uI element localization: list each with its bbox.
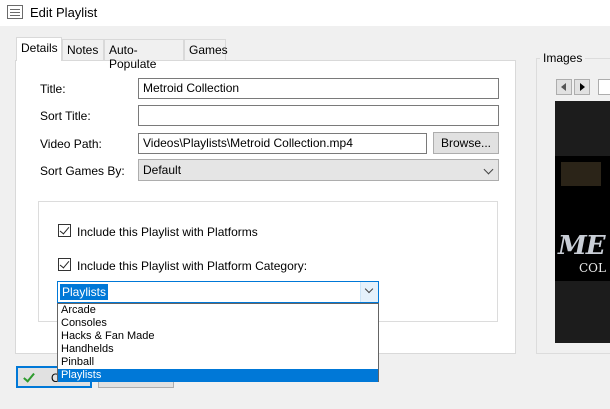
images-label: Images <box>540 51 586 65</box>
arrow-left-icon <box>561 83 566 91</box>
list-item[interactable]: Handhelds <box>58 343 378 356</box>
list-item[interactable]: Consoles <box>58 317 378 330</box>
video-path-label: Video Path: <box>40 137 102 151</box>
tab-details[interactable]: Details <box>16 37 62 61</box>
game-art-image: ME COL <box>555 156 610 281</box>
video-path-field[interactable]: Videos\Playlists\Metroid Collection.mp4 <box>138 133 427 154</box>
sort-title-label: Sort Title: <box>40 109 91 123</box>
tab-notes[interactable]: Notes <box>62 39 104 60</box>
art-scene <box>561 162 601 186</box>
list-item[interactable]: Arcade <box>58 304 378 317</box>
list-item-selected[interactable]: Playlists <box>58 369 378 382</box>
include-category-checkbox[interactable] <box>58 258 71 271</box>
check-icon <box>23 370 35 383</box>
image-preview[interactable]: ME COL <box>555 101 610 343</box>
sort-games-by-value: Default <box>143 163 182 177</box>
include-category-label[interactable]: Include this Playlist with Platform Cate… <box>77 259 307 273</box>
platform-category-list: Arcade Consoles Hacks & Fan Made Handhel… <box>57 303 379 382</box>
next-image-button[interactable] <box>574 79 590 95</box>
sort-games-by-label: Sort Games By: <box>40 164 125 178</box>
tab-games[interactable]: Games <box>184 39 228 60</box>
list-window-icon <box>7 5 23 19</box>
art-logo-text: ME <box>558 231 606 261</box>
sort-games-by-dropdown[interactable]: Default <box>138 159 499 181</box>
include-platforms-label[interactable]: Include this Playlist with Platforms <box>77 225 258 239</box>
window-title: Edit Playlist <box>30 5 98 20</box>
image-type-field[interactable] <box>598 79 610 95</box>
title-label: Title: <box>40 82 66 96</box>
platform-category-dropdown-button[interactable] <box>360 282 378 302</box>
list-item[interactable]: Hacks & Fan Made <box>58 330 378 343</box>
sort-title-field[interactable] <box>138 105 499 126</box>
platform-category-dropdown[interactable]: Playlists <box>57 281 379 303</box>
title-field[interactable]: Metroid Collection <box>138 78 499 99</box>
title-bar: Edit Playlist <box>0 0 610 26</box>
previous-image-button[interactable] <box>556 79 572 95</box>
browse-button[interactable]: Browse... <box>433 132 499 154</box>
tab-auto-populate[interactable]: Auto-Populate <box>104 39 184 71</box>
chevron-down-icon <box>364 284 374 294</box>
list-item[interactable]: Pinball <box>58 356 378 369</box>
art-subtitle-text: COL <box>579 261 606 275</box>
chevron-down-icon <box>483 164 494 175</box>
include-platforms-checkbox[interactable] <box>58 224 71 237</box>
platform-category-selected: Playlists <box>60 284 109 300</box>
arrow-right-icon <box>580 83 585 91</box>
